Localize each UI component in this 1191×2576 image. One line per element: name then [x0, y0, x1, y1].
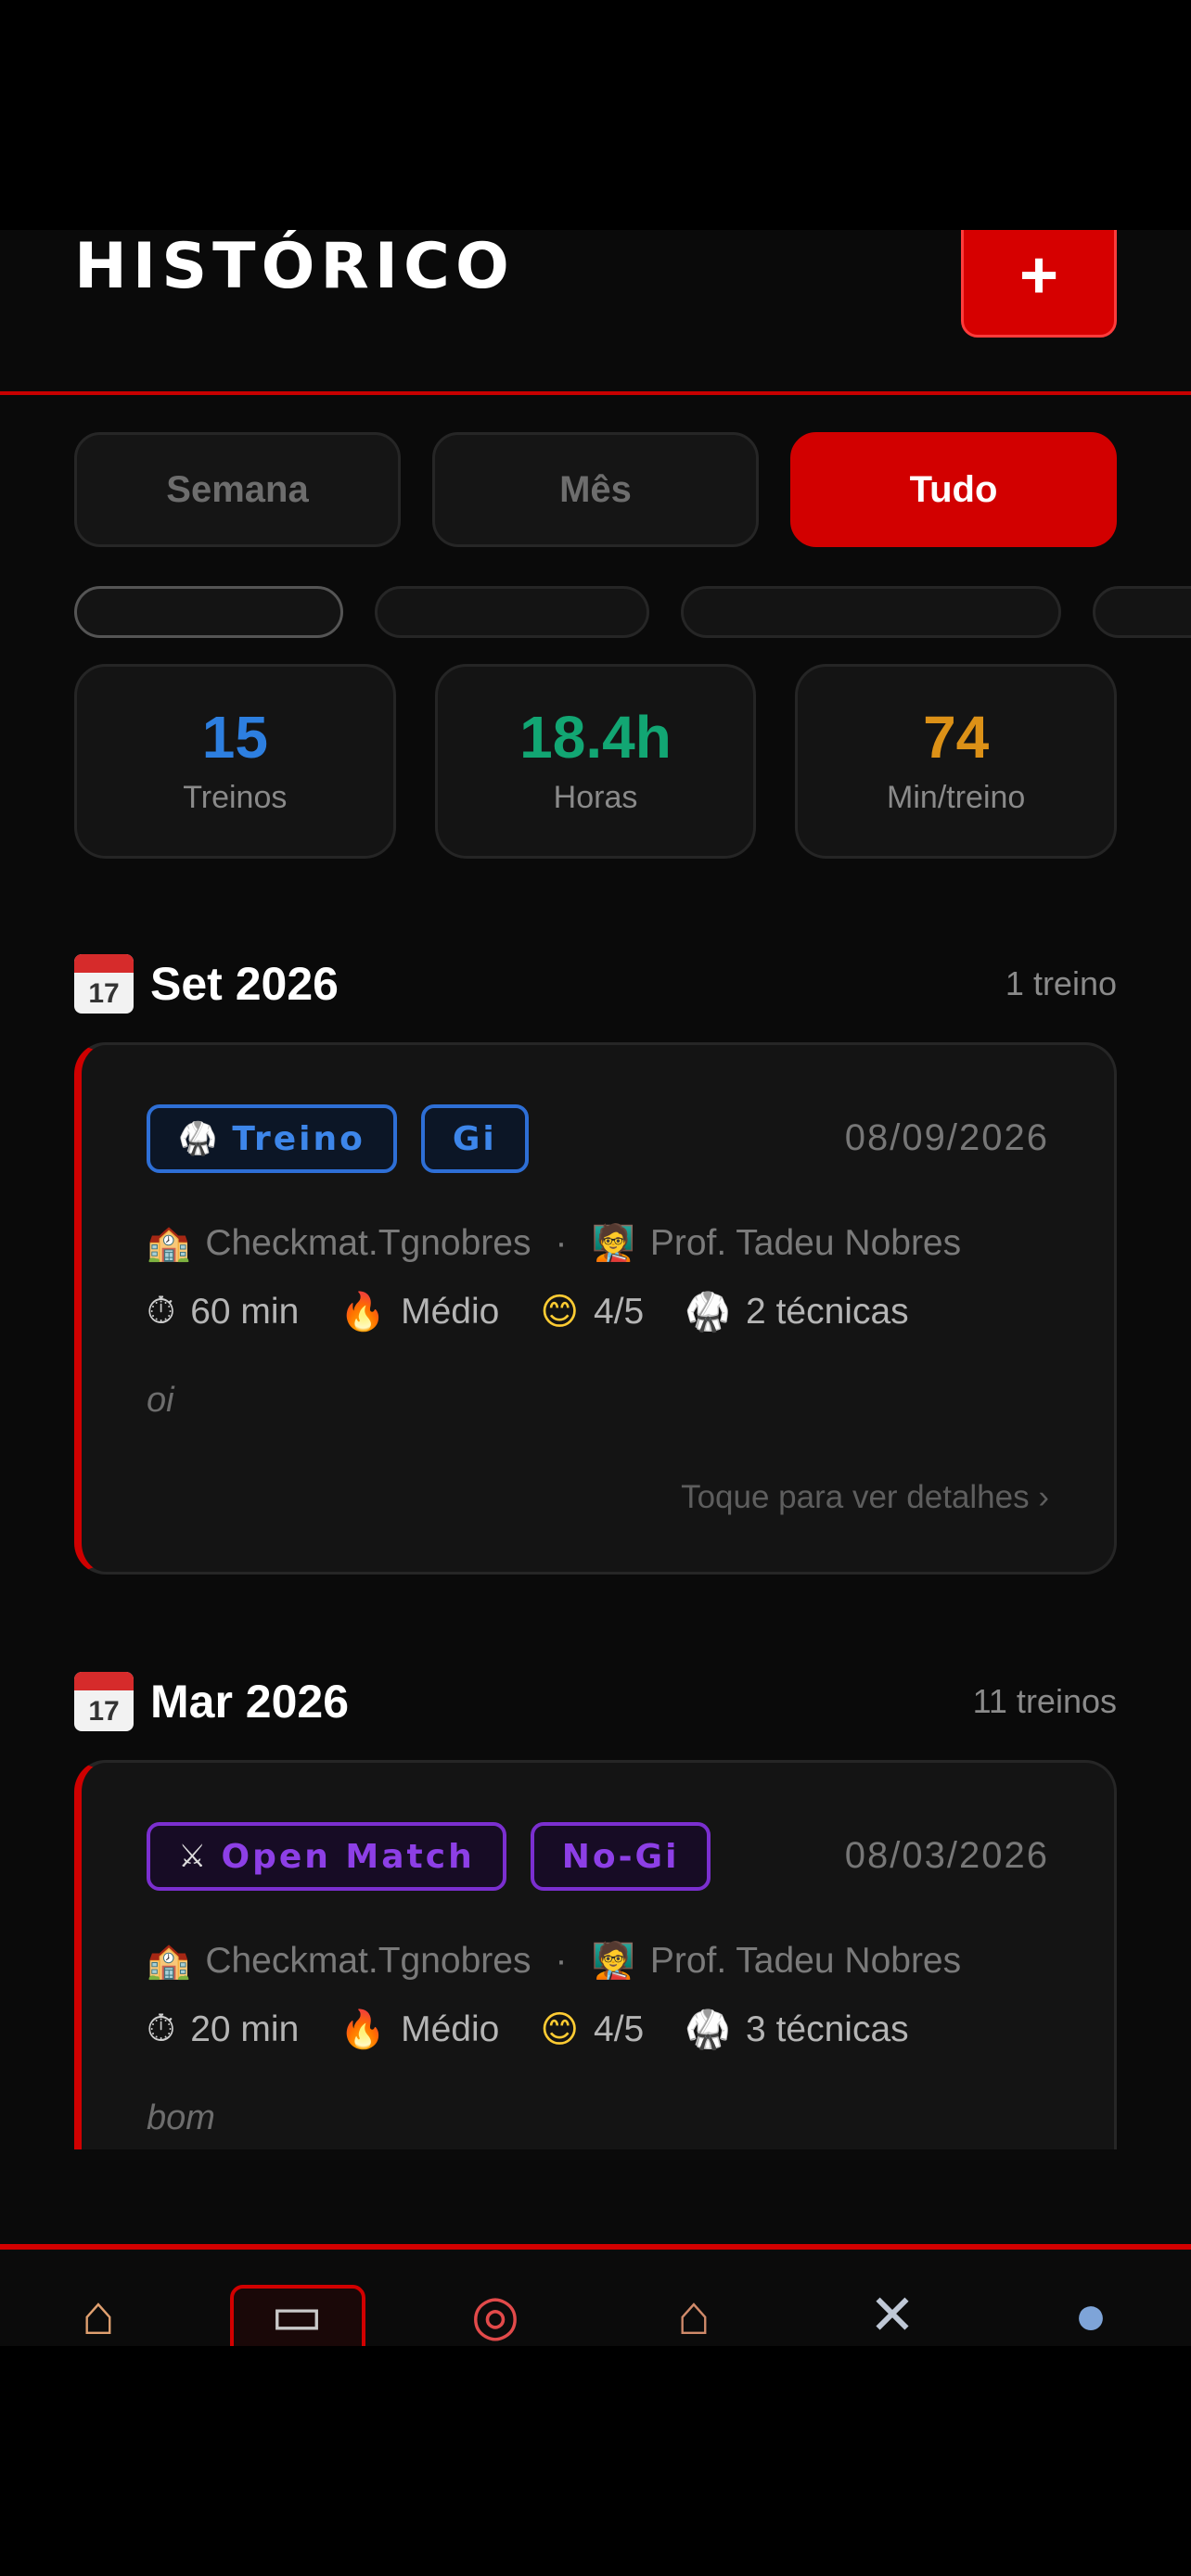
stat-label: Min/treino: [887, 779, 1026, 815]
academy-icon[interactable]: ⌂: [657, 2283, 731, 2346]
bottom-nav: ⌂ ▭ ◎ ⌂ ✕ ●: [0, 2244, 1191, 2346]
type-badge-label: Treino: [232, 1119, 365, 1158]
academy-name: Checkmat.Tgnobres: [205, 1941, 531, 1981]
month-header: 17 Set 2026 1 treino: [74, 951, 1117, 1016]
screen: HISTÓRICO + Semana Mês Tudo 15 Treinos 1…: [0, 0, 1191, 2576]
header: HISTÓRICO +: [0, 230, 1191, 395]
card-stats: ⏱ 60 min 🔥 Médio 😊 4/5 🥋 2 técnicas: [147, 1290, 909, 1333]
card-note: bom: [147, 2098, 215, 2137]
duration: 20 min: [190, 2009, 300, 2049]
smile-icon: 😊: [540, 1291, 580, 1333]
gi-icon: 🥋: [685, 1292, 732, 1333]
card-date: 08/09/2026: [844, 1117, 1049, 1158]
month-title: Mar 2026: [150, 1676, 350, 1728]
crossed-swords-icon: ⚔: [178, 1838, 207, 1875]
card-note: oi: [147, 1381, 174, 1420]
stat-label: Horas: [553, 779, 638, 815]
professor-icon: 🧑‍🏫: [591, 1942, 635, 1981]
professor-name: Prof. Tadeu Nobres: [649, 1223, 962, 1263]
style-badge: Gi: [420, 1104, 529, 1173]
add-training-button[interactable]: +: [961, 230, 1117, 338]
gi-icon: 🥋: [685, 2009, 732, 2050]
techniques: 2 técnicas: [746, 1291, 909, 1332]
stat-min-treino: 74 Min/treino: [795, 664, 1118, 859]
professor-icon: 🧑‍🏫: [591, 1224, 635, 1263]
calendar-icon: 17: [74, 954, 134, 1014]
profile-icon[interactable]: ●: [1054, 2283, 1128, 2346]
academy-name: Checkmat.Tgnobres: [205, 1223, 531, 1263]
filter-chip[interactable]: [74, 586, 343, 638]
training-card[interactable]: ⚔ Open Match No-Gi 08/03/2026 🏫 Checkmat…: [74, 1760, 1117, 2149]
tab-mes[interactable]: Mês: [432, 432, 759, 547]
academy-icon: 🏫: [147, 1942, 191, 1981]
rating: 4/5: [594, 2009, 645, 2049]
stat-value: 18.4h: [519, 703, 672, 771]
card-meta: 🏫 Checkmat.Tgnobres · 🧑‍🏫 Prof. Tadeu No…: [147, 1941, 961, 1982]
clipboard-icon[interactable]: ▭: [260, 2283, 334, 2346]
summary-stats: 15 Treinos 18.4h Horas 74 Min/treino: [74, 664, 1118, 859]
stat-label: Treinos: [183, 779, 288, 815]
academy-icon: 🏫: [147, 1224, 191, 1263]
stat-treinos: 15 Treinos: [74, 664, 396, 859]
intensity: Médio: [401, 2009, 500, 2049]
techniques: 3 técnicas: [746, 2009, 909, 2049]
period-tabs: Semana Mês Tudo: [74, 432, 1117, 547]
details-link[interactable]: Toque para ver detalhes ›: [681, 1479, 1049, 1516]
filter-chip[interactable]: [375, 586, 649, 638]
style-badge: No-Gi: [530, 1822, 711, 1891]
month-count: 11 treinos: [972, 1682, 1117, 1720]
stat-value: 15: [201, 703, 268, 771]
separator: ·: [555, 1223, 568, 1263]
type-badge: 🥋 Treino: [147, 1104, 397, 1173]
type-badge: ⚔ Open Match: [147, 1822, 506, 1891]
tab-semana[interactable]: Semana: [74, 432, 401, 547]
rating: 4/5: [594, 1291, 645, 1332]
duration: 60 min: [190, 1291, 300, 1332]
filter-chip[interactable]: [681, 586, 1061, 638]
tab-tudo[interactable]: Tudo: [790, 432, 1117, 547]
intensity: Médio: [401, 1291, 500, 1332]
filter-chip[interactable]: [1093, 586, 1191, 638]
fire-icon: 🔥: [339, 2009, 387, 2050]
month-title: Set 2026: [150, 958, 339, 1010]
card-meta: 🏫 Checkmat.Tgnobres · 🧑‍🏫 Prof. Tadeu No…: [147, 1223, 961, 1264]
card-date: 08/03/2026: [844, 1835, 1049, 1876]
type-badge-label: Open Match: [221, 1837, 475, 1876]
page-title: HISTÓRICO: [74, 230, 515, 303]
card-stats: ⏱ 20 min 🔥 Médio 😊 4/5 🥋 3 técnicas: [147, 2008, 909, 2051]
separator: ·: [555, 1941, 568, 1981]
fire-icon: 🔥: [339, 1292, 387, 1333]
calendar-icon: 17: [74, 1672, 134, 1731]
stat-horas: 18.4h Horas: [434, 664, 757, 859]
month-count: 1 treino: [1005, 964, 1117, 1002]
home-icon[interactable]: ⌂: [61, 2283, 135, 2346]
target-icon[interactable]: ◎: [458, 2283, 532, 2346]
smile-icon: 😊: [540, 2009, 580, 2050]
month-header: 17 Mar 2026 11 treinos: [74, 1669, 1117, 1734]
stopwatch-icon: ⏱: [147, 1291, 176, 1332]
gi-icon: 🥋: [178, 1120, 218, 1157]
filter-chips: [74, 586, 1191, 638]
training-card[interactable]: 🥋 Treino Gi 08/09/2026 🏫 Checkmat.Tgnobr…: [74, 1042, 1117, 1575]
swords-icon[interactable]: ✕: [855, 2283, 929, 2346]
stat-value: 74: [923, 703, 990, 771]
stopwatch-icon: ⏱: [147, 2009, 176, 2049]
professor-name: Prof. Tadeu Nobres: [649, 1941, 962, 1981]
app: HISTÓRICO + Semana Mês Tudo 15 Treinos 1…: [0, 230, 1191, 2346]
